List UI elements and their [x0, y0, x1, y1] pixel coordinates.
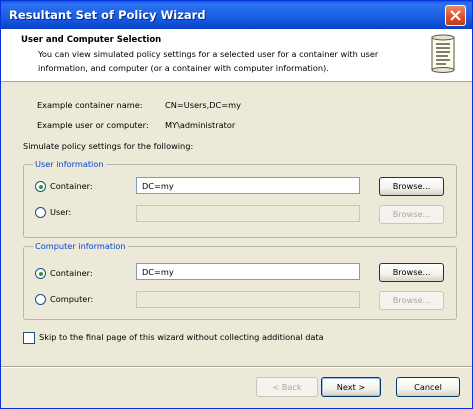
next-button[interactable]: Next >	[321, 377, 381, 397]
user-radio[interactable]	[35, 207, 46, 218]
scroll-icon	[431, 34, 455, 73]
wizard-header: User and Computer Selection You can view…	[1, 29, 472, 82]
computer-browse-button[interactable]: Browse...	[379, 291, 444, 310]
example-user-value: MY\administrator	[165, 120, 236, 130]
computer-container-label[interactable]: Container:	[50, 268, 93, 278]
user-browse-button[interactable]: Browse...	[379, 205, 444, 224]
skip-checkbox[interactable]	[23, 332, 35, 344]
user-container-browse-button[interactable]: Browse...	[379, 177, 444, 196]
computer-container-field[interactable]: DC=my	[136, 263, 360, 280]
example-container-value: CN=Users,DC=my	[165, 100, 241, 110]
back-button[interactable]: < Back	[256, 377, 318, 397]
computer-information-group: Computer information Container: DC=my Br…	[23, 241, 457, 320]
computer-information-legend: Computer information	[33, 241, 128, 251]
simulate-label: Simulate policy settings for the followi…	[23, 141, 194, 151]
computer-label[interactable]: Computer:	[50, 294, 93, 304]
computer-field[interactable]	[136, 291, 360, 308]
page-title: User and Computer Selection	[21, 35, 162, 45]
computer-container-radio[interactable]	[35, 268, 46, 279]
window-title: Resultant Set of Policy Wizard	[9, 8, 206, 22]
close-icon	[450, 10, 461, 21]
user-label[interactable]: User:	[50, 207, 71, 217]
title-bar[interactable]: Resultant Set of Policy Wizard	[1, 1, 472, 29]
user-container-radio[interactable]	[35, 181, 46, 192]
cancel-button[interactable]: Cancel	[396, 377, 460, 397]
footer-divider	[1, 366, 472, 368]
user-information-group: User information Container: DC=my Browse…	[23, 159, 457, 238]
user-container-field[interactable]: DC=my	[136, 177, 360, 194]
user-container-label[interactable]: Container:	[50, 181, 93, 191]
computer-radio[interactable]	[35, 294, 46, 305]
wizard-window: Resultant Set of Policy Wizard User and …	[0, 0, 473, 409]
user-information-legend: User information	[33, 159, 106, 169]
example-user-label: Example user or computer:	[37, 120, 149, 130]
skip-checkbox-label[interactable]: Skip to the final page of this wizard wi…	[39, 332, 324, 342]
example-container-label: Example container name:	[37, 100, 143, 110]
computer-container-browse-button[interactable]: Browse...	[379, 263, 444, 282]
close-button[interactable]	[445, 5, 466, 26]
user-field[interactable]	[136, 205, 360, 222]
page-description: You can view simulated policy settings f…	[38, 49, 379, 73]
